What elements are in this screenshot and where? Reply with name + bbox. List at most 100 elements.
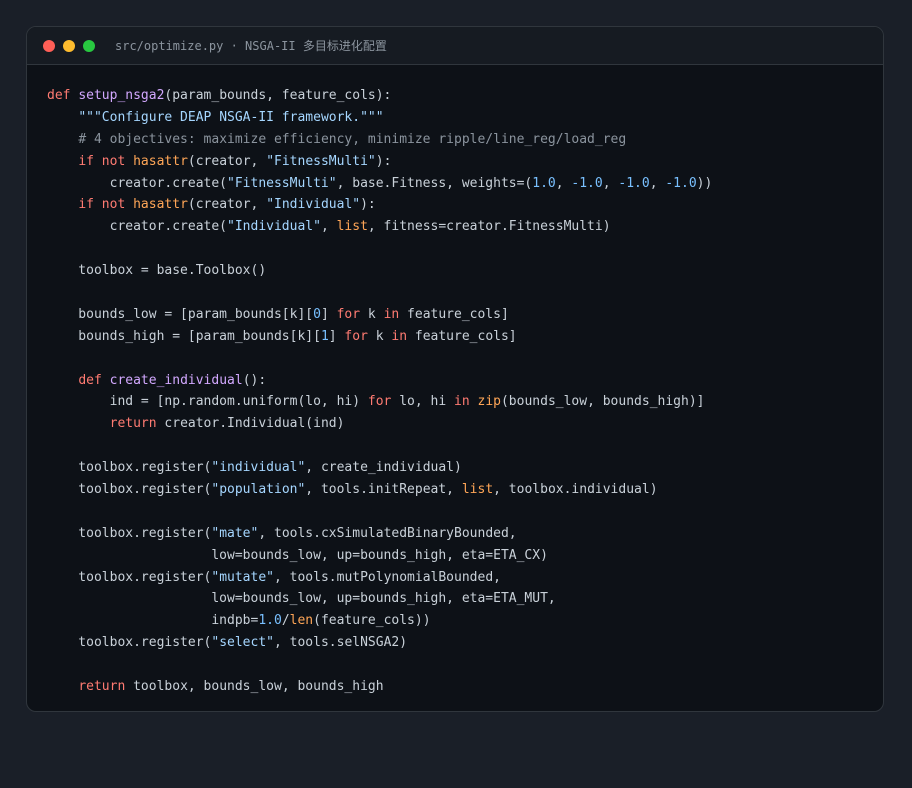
code-token: indpb= (47, 613, 259, 629)
code-token: bounds_low = [param_bounds[k][ (47, 306, 314, 322)
code-token: return (109, 416, 157, 432)
code-window: src/optimize.py · NSGA-II 多目标进化配置 def se… (26, 26, 884, 712)
code-token: / (281, 613, 290, 629)
code-token: bounds_high = [param_bounds[k][ (47, 328, 321, 344)
code-token: "Individual" (227, 219, 321, 235)
code-line: toolbox.register("individual", create_in… (47, 457, 883, 479)
code-token: , tools.mutPolynomialBounded, (274, 569, 501, 585)
code-token: k (367, 328, 392, 344)
code-token: ): (360, 197, 376, 213)
code-token: , toolbox.individual) (493, 482, 658, 498)
code-token: -1.0 (571, 175, 603, 191)
code-token: "mutate" (211, 569, 274, 585)
code-token: toolbox, bounds_low, bounds_high (125, 679, 384, 695)
code-token: , (555, 175, 572, 191)
code-line: toolbox.register("population", tools.ini… (47, 479, 883, 501)
code-line: toolbox.register("mutate", tools.mutPoly… (47, 567, 883, 589)
code-block[interactable]: def setup_nsga2(param_bounds, feature_co… (27, 65, 883, 698)
code-token: toolbox.register( (47, 569, 212, 585)
code-line: bounds_high = [param_bounds[k][1] for k … (47, 326, 883, 348)
code-token: creator.Individual(ind) (156, 416, 345, 432)
code-token: "mate" (211, 525, 259, 541)
maximize-window-button[interactable] (83, 39, 95, 52)
code-token: ind = [np.random.uniform(lo, hi) (47, 394, 368, 410)
code-token: for (367, 394, 392, 410)
code-token: # 4 objectives: maximize efficiency, min… (78, 131, 627, 147)
code-token: 1 (320, 328, 329, 344)
code-token: """Configure DEAP NSGA-II framework.""" (78, 109, 384, 125)
code-token: (feature_cols)) (313, 613, 431, 629)
code-token: toolbox.register( (47, 635, 212, 651)
code-token: hasattr (133, 197, 188, 213)
code-token: return (78, 679, 126, 695)
code-token: , tools.cxSimulatedBinaryBounded, (258, 525, 517, 541)
code-token: creator.create( (47, 175, 228, 191)
code-token: if (78, 153, 94, 169)
code-token: , tools.initRepeat, (305, 482, 462, 498)
code-token: 1.0 (258, 613, 282, 629)
code-line: creator.create("FitnessMulti", base.Fitn… (47, 173, 883, 195)
code-line: def setup_nsga2(param_bounds, feature_co… (47, 85, 883, 107)
code-token: def (78, 372, 102, 388)
code-token: hasattr (133, 153, 188, 169)
code-token: , tools.selNSGA2) (274, 635, 408, 651)
code-line: ind = [np.random.uniform(lo, hi) for lo,… (47, 391, 883, 413)
close-window-button[interactable] (43, 39, 55, 52)
code-token: (param_bounds, feature_cols): (164, 88, 392, 103)
code-token: ): (375, 153, 392, 169)
code-token: (): (242, 372, 267, 388)
code-token: toolbox = base.Toolbox() (47, 263, 267, 279)
code-line: toolbox = base.Toolbox() (47, 260, 883, 282)
code-token: (bounds_low, bounds_high)] (500, 394, 705, 410)
code-token: low=bounds_low, up=bounds_high, eta=ETA_… (47, 591, 556, 607)
code-token: (creator, (187, 153, 267, 169)
code-token: , create_individual) (305, 460, 462, 476)
code-token: "individual" (211, 460, 306, 476)
code-token: toolbox.register( (47, 482, 212, 498)
window-title: src/optimize.py · NSGA-II 多目标进化配置 (115, 39, 387, 53)
code-token: def (47, 88, 71, 103)
code-token: ] (320, 306, 337, 322)
code-token: 0 (313, 306, 321, 322)
code-token: for (344, 328, 368, 344)
code-line: def create_individual(): (47, 370, 883, 392)
code-token: "select" (211, 635, 274, 651)
minimize-window-button[interactable] (63, 39, 75, 52)
code-token: list (461, 482, 494, 498)
code-line: return toolbox, bounds_low, bounds_high (47, 676, 883, 698)
code-token: "population" (211, 482, 306, 498)
code-line: if not hasattr(creator, "Individual"): (47, 194, 883, 216)
window-titlebar: src/optimize.py · NSGA-II 多目标进化配置 (27, 27, 883, 65)
code-token: k (360, 306, 384, 322)
code-token: , (602, 175, 619, 191)
code-token: not (101, 197, 126, 213)
code-token: feature_cols] (407, 328, 517, 344)
code-token: -1.0 (665, 175, 697, 191)
code-token: for (336, 306, 361, 322)
code-token: creator.create( (47, 219, 228, 235)
code-token: -1.0 (618, 175, 650, 191)
code-token: zip (477, 394, 501, 410)
code-line: creator.create("Individual", list, fitne… (47, 216, 883, 238)
code-line: """Configure DEAP NSGA-II framework.""" (47, 107, 883, 129)
code-token: "FitnessMulti" (227, 175, 337, 191)
code-token: low=bounds_low, up=bounds_high, eta=ETA_… (47, 547, 548, 563)
code-token: feature_cols] (399, 306, 509, 322)
code-token: setup_nsga2 (78, 88, 165, 103)
code-token: ] (328, 328, 345, 344)
code-token: in (383, 306, 400, 322)
code-token: , (649, 175, 666, 191)
